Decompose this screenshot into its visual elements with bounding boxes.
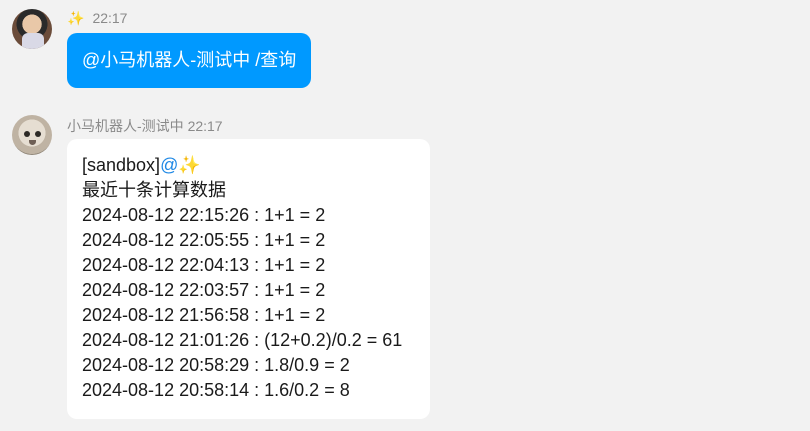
sandbox-tag: [sandbox]: [82, 155, 161, 175]
avatar-detail: [22, 33, 44, 49]
message-time: 22:17: [187, 118, 223, 134]
calc-row: 2024-08-12 22:04:13 : 1+1 = 2: [82, 255, 326, 275]
user-avatar[interactable]: [12, 9, 52, 49]
avatar-detail: [29, 140, 36, 145]
message-text: @小马机器人-测试中 /查询: [82, 50, 297, 70]
calc-row: 2024-08-12 22:03:57 : 1+1 = 2: [82, 280, 326, 300]
calc-row: 2024-08-12 20:58:14 : 1.6/0.2 = 8: [82, 380, 350, 400]
message-meta: ✨ 22:17: [67, 10, 127, 27]
calc-row: 2024-08-12 21:56:58 : 1+1 = 2: [82, 305, 326, 325]
calc-row: 2024-08-12 22:05:55 : 1+1 = 2: [82, 230, 326, 250]
avatar-detail: [24, 131, 30, 137]
calc-row: 2024-08-12 20:58:29 : 1.8/0.9 = 2: [82, 355, 350, 375]
calc-row: 2024-08-12 22:15:26 : 1+1 = 2: [82, 205, 326, 225]
calc-row: 2024-08-12 21:01:26 : (12+0.2)/0.2 = 61: [82, 330, 403, 350]
sender-emoji: ✨: [67, 10, 85, 26]
avatar-detail: [35, 131, 41, 137]
message-meta: 小马机器人-测试中 22:17: [67, 116, 223, 136]
mention-link[interactable]: @: [160, 155, 178, 175]
bot-avatar[interactable]: [12, 115, 52, 155]
sender-name[interactable]: 小马机器人-测试中: [67, 118, 184, 134]
incoming-message-bubble[interactable]: [sandbox]@✨ 最近十条计算数据 2024-08-12 22:15:26…: [67, 139, 430, 419]
message-title: 最近十条计算数据: [82, 180, 226, 200]
message-time: 22:17: [92, 10, 128, 26]
sparkle-emoji: ✨: [178, 155, 201, 175]
message-header-line: [sandbox]@✨: [82, 153, 416, 178]
outgoing-message-bubble[interactable]: @小马机器人-测试中 /查询: [67, 33, 312, 88]
